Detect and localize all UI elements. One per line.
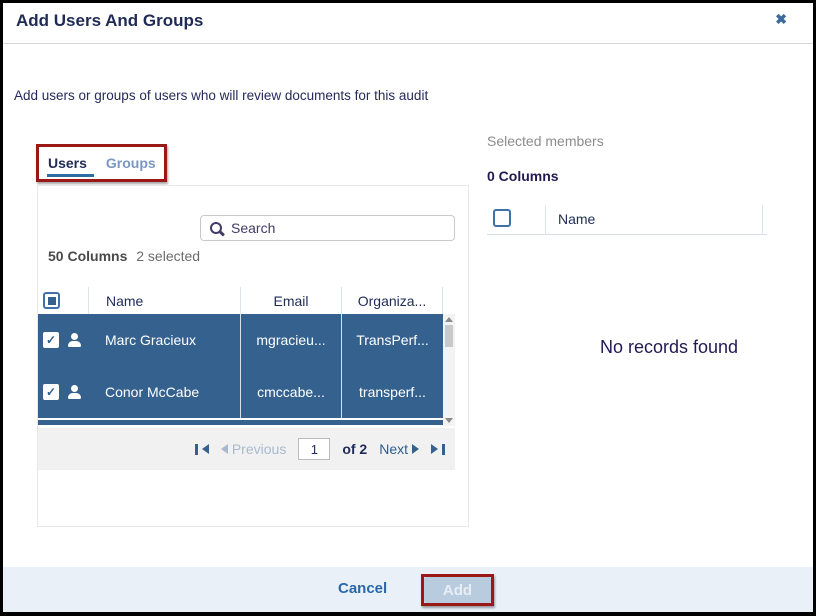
partial-next-row bbox=[38, 420, 443, 425]
user-organization: TransPerf... bbox=[341, 314, 443, 366]
user-row[interactable]: ✓ Marc Gracieux mgracieu... TransPerf... bbox=[38, 314, 443, 366]
active-tab-underline bbox=[47, 174, 94, 177]
tab-groups[interactable]: Groups bbox=[106, 155, 156, 171]
user-name: Conor McCabe bbox=[88, 384, 240, 400]
pagination-bar: Previous of 2 Next bbox=[38, 428, 455, 470]
check-icon: ✓ bbox=[46, 386, 56, 398]
user-icon bbox=[67, 333, 82, 347]
first-page-button[interactable] bbox=[195, 444, 209, 455]
previous-icon bbox=[221, 444, 228, 454]
scroll-up-icon[interactable] bbox=[445, 317, 453, 322]
selected-select-all-checkbox[interactable] bbox=[493, 209, 511, 227]
user-email: cmccabe... bbox=[240, 366, 341, 418]
user-email: mgracieu... bbox=[240, 314, 341, 366]
column-header-organization[interactable]: Organiza... bbox=[341, 287, 443, 314]
search-icon bbox=[209, 221, 224, 236]
next-icon bbox=[412, 444, 419, 454]
selected-columns-summary: 0 Columns bbox=[487, 168, 559, 184]
users-table-header: Name Email Organiza... bbox=[38, 287, 455, 314]
selected-count-label: 2 selected bbox=[136, 248, 200, 264]
tabs-annotation-box: Users Groups bbox=[36, 144, 167, 182]
row-checkbox-checked[interactable]: ✓ bbox=[43, 384, 59, 400]
select-all-checkbox[interactable] bbox=[43, 292, 60, 309]
users-table-body: ✓ Marc Gracieux mgracieu... TransPerf...… bbox=[38, 314, 443, 425]
search-box[interactable] bbox=[200, 215, 455, 241]
column-divider bbox=[762, 205, 763, 235]
last-page-icon bbox=[431, 444, 438, 454]
close-icon[interactable]: ✖ bbox=[775, 11, 787, 28]
indeterminate-mark bbox=[48, 297, 56, 305]
scrollbar-thumb[interactable] bbox=[445, 325, 453, 347]
add-button[interactable]: Add bbox=[424, 577, 491, 603]
add-users-and-groups-dialog: Add Users And Groups ✖ Add users or grou… bbox=[0, 0, 816, 616]
column-divider bbox=[545, 205, 546, 235]
next-label: Next bbox=[379, 441, 408, 457]
user-organization: transperf... bbox=[341, 366, 443, 418]
cancel-button[interactable]: Cancel bbox=[338, 580, 387, 597]
page-count-label: of 2 bbox=[342, 441, 367, 457]
table-scrollbar[interactable] bbox=[443, 314, 455, 426]
dialog-description: Add users or groups of users who will re… bbox=[14, 88, 428, 103]
selected-column-header-name[interactable]: Name bbox=[558, 211, 595, 227]
page-number-input[interactable] bbox=[298, 438, 330, 460]
scroll-down-icon[interactable] bbox=[445, 418, 453, 423]
selected-members-title: Selected members bbox=[487, 133, 604, 149]
columns-count-label: 50 Columns bbox=[48, 248, 127, 264]
dialog-footer: Cancel Add bbox=[3, 567, 813, 612]
column-header-name[interactable]: Name bbox=[88, 287, 240, 314]
next-page-button[interactable]: Next bbox=[379, 441, 419, 457]
user-row[interactable]: ✓ Conor McCabe cmccabe... transperf... bbox=[38, 366, 443, 418]
check-icon: ✓ bbox=[46, 334, 56, 346]
user-name: Marc Gracieux bbox=[88, 332, 240, 348]
add-annotation-box: Add bbox=[421, 574, 494, 606]
selected-members-table-header: Name bbox=[487, 205, 767, 235]
dialog-title: Add Users And Groups bbox=[16, 11, 203, 31]
columns-summary: 50 Columns 2 selected bbox=[48, 248, 200, 264]
search-input[interactable] bbox=[231, 220, 446, 236]
first-page-icon bbox=[195, 444, 198, 455]
column-header-email[interactable]: Email bbox=[240, 287, 341, 314]
previous-label: Previous bbox=[232, 441, 286, 457]
user-icon bbox=[67, 385, 82, 399]
users-list-panel: 50 Columns 2 selected Name Email Organiz… bbox=[37, 185, 469, 527]
row-checkbox-checked[interactable]: ✓ bbox=[43, 332, 59, 348]
no-records-message: No records found bbox=[504, 337, 816, 358]
title-divider bbox=[3, 43, 813, 44]
tab-users-label: Users bbox=[48, 155, 87, 171]
last-page-button[interactable] bbox=[431, 444, 445, 455]
previous-page-button[interactable]: Previous bbox=[221, 441, 286, 457]
tab-users[interactable]: Users bbox=[48, 147, 87, 179]
